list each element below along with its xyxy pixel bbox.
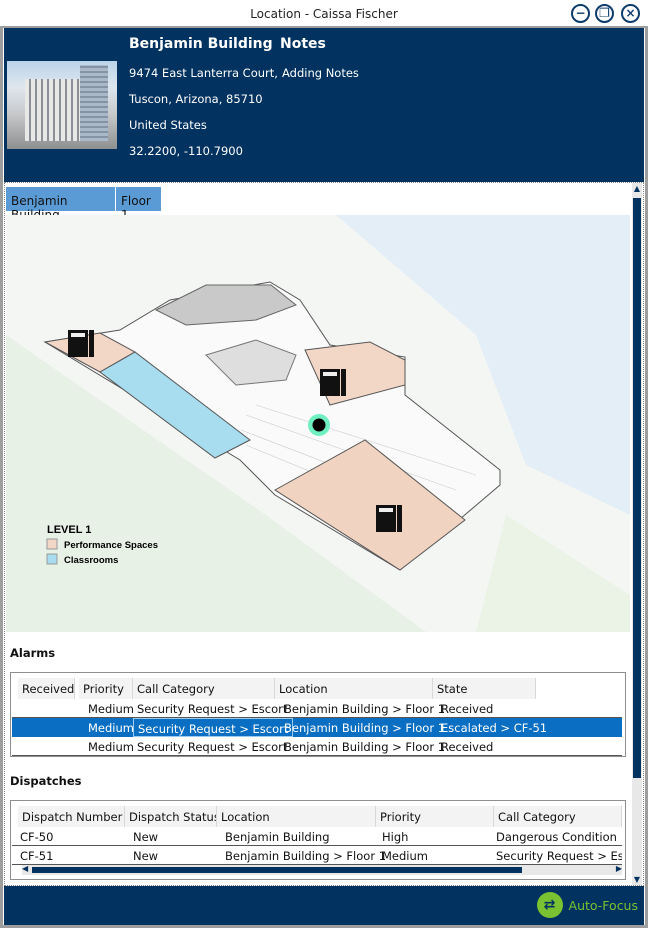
- cell-location: Benjamin Building > Floor 1: [284, 721, 446, 735]
- floor-map[interactable]: LEVEL 1 Performance Spaces Classrooms: [6, 215, 630, 632]
- dispatches-header: Dispatch Number Dispatch Status Location…: [12, 806, 622, 827]
- col-call-category[interactable]: Call Category: [133, 678, 275, 699]
- swap-arrows-icon: ⇄: [536, 892, 563, 918]
- cell-location: Benjamin Building > Floor 1: [284, 702, 446, 716]
- breadcrumb-building[interactable]: Benjamin Building: [6, 187, 115, 222]
- address-line-1: 9474 East Lanterra Court,: [129, 66, 278, 80]
- close-icon[interactable]: ×: [621, 4, 640, 23]
- alarm-row[interactable]: Medium Security Request > Escort Benjami…: [12, 737, 622, 756]
- cell-priority: Medium: [382, 849, 428, 863]
- restore-icon[interactable]: ❐: [595, 4, 614, 23]
- building-photo: [7, 61, 117, 149]
- alarms-heading: Alarms: [10, 646, 56, 660]
- col-dispatch-status[interactable]: Dispatch Status: [125, 806, 217, 827]
- col-state[interactable]: State: [433, 678, 536, 699]
- col-dispatch-number[interactable]: Dispatch Number: [18, 806, 125, 827]
- cell-priority: Medium: [88, 721, 134, 735]
- cell-category: Security Request > Escort: [137, 702, 288, 716]
- col-location[interactable]: Location: [275, 678, 433, 699]
- scroll-up-icon[interactable]: ▲: [632, 184, 642, 193]
- address-line-2: Tuscon, Arizona, 85710: [129, 92, 263, 106]
- col-priority[interactable]: Priority: [376, 806, 494, 827]
- window-title: Location - Caissa Fischer: [250, 7, 398, 21]
- scroll-thumb[interactable]: [633, 198, 641, 778]
- cell-location: Benjamin Building > Floor 1: [284, 740, 446, 754]
- legend-title: LEVEL 1: [47, 524, 91, 536]
- location-marker[interactable]: [308, 414, 330, 436]
- cell-state: Escalated > CF-51: [441, 721, 548, 735]
- title-bar: Location - Caissa Fischer − ❐ ×: [0, 0, 648, 28]
- alarm-row-selected[interactable]: Medium Security Request > Escort Benjami…: [12, 718, 622, 737]
- scroll-left-icon[interactable]: ◀: [22, 864, 28, 873]
- scroll-thumb[interactable]: [32, 867, 522, 873]
- dispatch-row[interactable]: CF-50 New Benjamin Building High Dangero…: [12, 827, 622, 846]
- cell-category: Security Request > Escort: [137, 740, 288, 754]
- cell-category: Dangerous Condition: [496, 830, 617, 844]
- notes-text: Adding Notes: [282, 66, 359, 80]
- alarms-header: Received Priority Call Category Location…: [12, 678, 622, 699]
- cell-state: Received: [441, 740, 494, 754]
- minimize-icon[interactable]: −: [571, 4, 590, 23]
- cell-priority: High: [382, 830, 409, 844]
- cell-number: CF-51: [20, 849, 54, 863]
- col-call-category[interactable]: Call Category: [494, 806, 622, 827]
- legend-swatch-performance: [46, 538, 58, 550]
- scroll-right-icon[interactable]: ▶: [616, 864, 622, 873]
- cell-number: CF-50: [20, 830, 54, 844]
- legend-performance: Performance Spaces: [64, 540, 158, 551]
- dispatches-heading: Dispatches: [10, 774, 82, 788]
- coordinates: 32.2200, -110.7900: [129, 144, 243, 158]
- cell-priority: Medium: [88, 740, 134, 754]
- auto-focus-button[interactable]: ⇄ Auto-Focus: [536, 892, 638, 918]
- cell-category: Security Request > Escort: [133, 718, 294, 737]
- vertical-scrollbar[interactable]: ▲ ▼: [632, 183, 642, 885]
- legend-swatch-classrooms: [46, 553, 58, 565]
- cell-priority: Medium: [88, 702, 134, 716]
- cell-state: Received: [441, 702, 494, 716]
- breadcrumb-floor[interactable]: Floor 1: [116, 187, 161, 222]
- location-header: Benjamin Building Notes 9474 East Lanter…: [4, 28, 644, 182]
- notes-heading: Notes: [280, 36, 326, 52]
- cell-location: Benjamin Building: [225, 830, 330, 844]
- building-name: Benjamin Building: [129, 36, 273, 52]
- alarm-row[interactable]: Medium Security Request > Escort Benjami…: [12, 699, 622, 718]
- col-received[interactable]: Received: [18, 678, 75, 699]
- cell-status: New: [133, 830, 159, 844]
- scroll-down-icon[interactable]: ▼: [632, 875, 642, 884]
- col-priority[interactable]: Priority: [79, 678, 133, 699]
- country: United States: [129, 118, 207, 132]
- col-location[interactable]: Location: [217, 806, 376, 827]
- horizontal-scrollbar[interactable]: ◀ ▶: [22, 864, 622, 875]
- phone-icon[interactable]: [68, 330, 94, 357]
- legend-classrooms: Classrooms: [64, 555, 118, 566]
- phone-icon[interactable]: [376, 505, 402, 532]
- auto-focus-label: Auto-Focus: [568, 897, 638, 913]
- phone-icon[interactable]: [320, 369, 346, 396]
- cell-status: New: [133, 849, 159, 863]
- dispatch-row[interactable]: CF-51 New Benjamin Building > Floor 1 Me…: [12, 846, 622, 865]
- footer-bar: ⇄ Auto-Focus: [4, 886, 644, 925]
- cell-category: Security Request > Escort: [496, 849, 622, 863]
- cell-location: Benjamin Building > Floor 1: [225, 849, 387, 863]
